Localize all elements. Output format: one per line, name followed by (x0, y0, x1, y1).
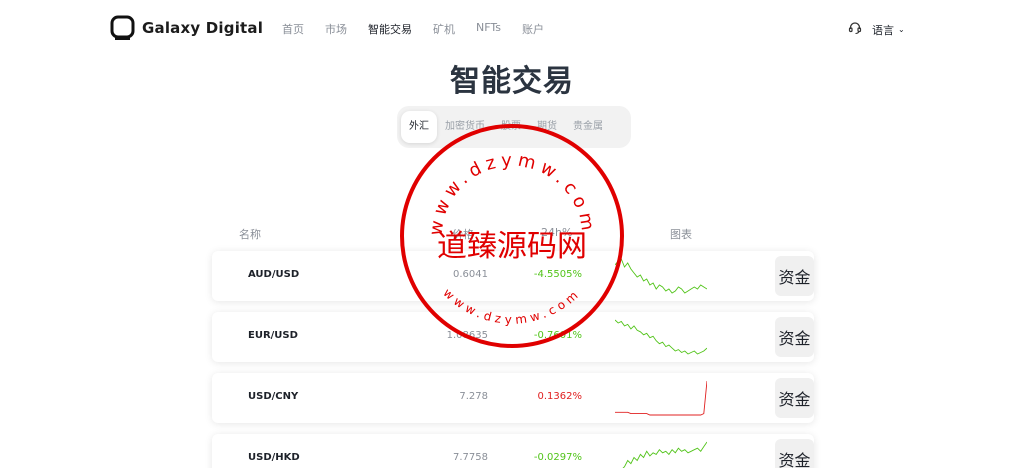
sparkline-chart (622, 441, 707, 468)
page-title: 智能交易 (450, 64, 574, 99)
column-header-name: 名称 (239, 228, 261, 241)
tab-crypto[interactable]: 加密货币 (437, 111, 493, 143)
nav-item-market[interactable]: 市场 (325, 21, 347, 37)
nav-item-account[interactable]: 账户 (522, 21, 544, 37)
main-nav: 首页 市场 智能交易 矿机 NFTs 账户 (282, 21, 565, 37)
sparkline-line (615, 380, 707, 416)
pair-name: AUD/USD (248, 269, 300, 280)
top-header: Galaxy Digital 首页 市场 智能交易 矿机 NFTs 账户 语言 … (0, 0, 1024, 56)
table-row[interactable]: USD/HKD 7.7758 -0.0297% 资金 (212, 434, 814, 468)
pair-change: 0.1362% (537, 391, 583, 402)
fund-button[interactable]: 资金 (775, 439, 814, 468)
market-tabs: 外汇 加密货币 股票 期货 贵金属 (397, 106, 631, 148)
nav-item-mining[interactable]: 矿机 (433, 21, 455, 37)
pair-change: -0.7601% (533, 330, 582, 341)
tab-precious-metals[interactable]: 贵金属 (565, 111, 611, 143)
pair-price: 7.278 (459, 391, 488, 402)
pair-change: -0.0297% (533, 452, 582, 463)
column-header-chart: 图表 (670, 228, 692, 241)
svg-text:www.dzymw.com: www.dzymw.com (425, 150, 598, 237)
pair-name: USD/HKD (248, 452, 300, 463)
headset-icon[interactable] (848, 20, 862, 39)
sparkline-chart (615, 380, 707, 416)
pair-name: USD/CNY (248, 391, 299, 402)
language-selector[interactable]: 语言 ⌄ (872, 22, 905, 38)
table-row[interactable]: USD/CNY 7.278 0.1362% 资金 (212, 373, 814, 423)
nav-item-smart-trading[interactable]: 智能交易 (368, 21, 412, 37)
brand-name: Galaxy Digital (142, 19, 264, 37)
tab-stocks[interactable]: 股票 (493, 111, 529, 143)
sparkline-chart (615, 319, 707, 355)
pair-price: 1.08635 (446, 330, 488, 341)
language-label: 语言 (872, 23, 894, 37)
fund-button[interactable]: 资金 (775, 317, 814, 357)
column-header-change: 24h% (541, 226, 573, 239)
chevron-down-icon: ⌄ (898, 25, 905, 34)
sparkline-line (615, 258, 707, 294)
brand-logo[interactable]: Galaxy Digital (110, 14, 263, 42)
table-row[interactable]: AUD/USD 0.6041 -4.5505% 资金 (212, 251, 814, 301)
sparkline-chart (615, 258, 707, 294)
pair-name: EUR/USD (248, 330, 298, 341)
sparkline-line (622, 441, 707, 468)
table-row[interactable]: EUR/USD 1.08635 -0.7601% 资金 (212, 312, 814, 362)
pair-price: 0.6041 (453, 269, 488, 280)
pair-change: -4.5505% (533, 269, 582, 280)
tab-forex[interactable]: 外汇 (401, 111, 437, 143)
sparkline-line (615, 319, 707, 355)
nav-item-home[interactable]: 首页 (282, 21, 304, 37)
fund-button[interactable]: 资金 (775, 256, 814, 296)
galaxy-logo-icon (110, 14, 136, 42)
watermark-arc-top: www.dzymw.com (425, 150, 593, 237)
fund-button[interactable]: 资金 (775, 378, 814, 418)
pair-price: 7.7758 (453, 452, 488, 463)
column-header-price: 价格 (452, 228, 474, 241)
nav-item-nfts[interactable]: NFTs (476, 21, 501, 37)
header-actions: 语言 ⌄ (848, 20, 905, 39)
tab-futures[interactable]: 期货 (529, 111, 565, 143)
